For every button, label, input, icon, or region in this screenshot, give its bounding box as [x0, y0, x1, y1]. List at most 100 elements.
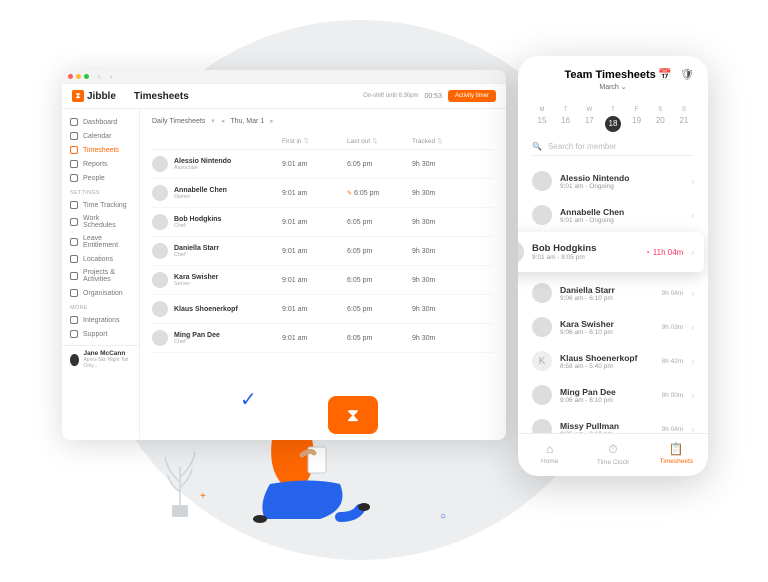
- edit-icon: ✎: [347, 191, 352, 197]
- last-out-value: 6:05 pm: [347, 161, 412, 168]
- member-time: 9:01 am - Ongoing: [560, 217, 675, 224]
- table-row[interactable]: Alessio NintendoAssociate 9:01 am 6:05 p…: [152, 150, 494, 179]
- last-out-value: 6:05 pm: [347, 248, 412, 255]
- calendar-icon[interactable]: 📅: [658, 68, 672, 81]
- chevron-right-icon: ›: [691, 357, 694, 366]
- maximize-icon[interactable]: [84, 74, 89, 79]
- list-item[interactable]: Alessio Nintendo9:01 am - Ongoing ›: [518, 164, 708, 198]
- desktop-window: ‹ › ⧗ Jibble Timesheets On-shift until 6…: [62, 70, 506, 440]
- prev-day-icon[interactable]: ◂: [221, 117, 225, 125]
- list-item[interactable]: Missy Pullman9:06 am - 6:10 pm 9h 04m ›: [518, 412, 708, 433]
- sidebar-item-locations[interactable]: Locations: [62, 252, 139, 266]
- list-item[interactable]: Ming Pan Dee9:06 am - 6:10 pm 8h 00m ›: [518, 378, 708, 412]
- mobile-device: Team Timesheets 📅 🛡 March ⌄ M15T16W17T18…: [518, 56, 708, 476]
- shield-icon[interactable]: 🛡: [680, 68, 694, 81]
- col-tracked[interactable]: Tracked: [412, 138, 435, 145]
- table-row[interactable]: Kara SwisherServer 9:01 am 6:05 pm 9h 30…: [152, 266, 494, 295]
- duration-badge: 9h 04m: [662, 426, 684, 433]
- integrations-icon: [70, 316, 78, 324]
- member-name: Klaus Shoenerkopf: [560, 353, 654, 363]
- sidebar-item-calendar[interactable]: Calendar: [62, 129, 139, 143]
- sidebar-item-timesheets[interactable]: Timesheets: [62, 143, 139, 157]
- calendar-day[interactable]: S21: [674, 107, 694, 132]
- avatar: [532, 283, 552, 303]
- member-name: Alessio Nintendo: [174, 158, 282, 165]
- nav-back-icon[interactable]: ‹: [98, 72, 101, 81]
- table-header: First in ⇅ Last out ⇅ Tracked ⇅: [152, 133, 494, 150]
- main-content: Daily Timesheets▾ ◂ Thu, Mar 1 ▸ First i…: [140, 109, 506, 439]
- clock-icon: ◔: [645, 248, 650, 257]
- sidebar-item-projects[interactable]: Projects & Activities: [62, 266, 139, 286]
- tab-home[interactable]: ⌂Home: [518, 442, 581, 466]
- sidebar-item-time-tracking[interactable]: Time Tracking: [62, 198, 139, 212]
- tracked-value: 9h 30m: [412, 335, 477, 342]
- list-item[interactable]: K Klaus Shoenerkopf8:58 am - 5:40 pm 8h …: [518, 344, 708, 378]
- calendar-day[interactable]: T16: [556, 107, 576, 132]
- next-day-icon[interactable]: ▸: [270, 117, 274, 125]
- speech-bubble: ⧗: [328, 396, 378, 434]
- tab-time-clock[interactable]: ⏱Time Clock: [581, 442, 644, 466]
- table-row[interactable]: Bob HodgkinsChef 9:01 am 6:05 pm 9h 30m: [152, 208, 494, 237]
- list-item[interactable]: Bob Hodgkins9:01 am - 8:05 pm ◔ 11h 04m …: [518, 232, 708, 276]
- chevron-right-icon: ›: [691, 425, 694, 434]
- calendar-day[interactable]: T18: [603, 107, 623, 132]
- calendar-day[interactable]: W17: [579, 107, 599, 132]
- member-time: 9:06 am - 6:10 pm: [560, 397, 654, 404]
- avatar: [152, 185, 168, 201]
- sidebar-item-work-schedules[interactable]: Work Schedules: [62, 212, 139, 232]
- table-row[interactable]: Ming Pan DeeChef 9:01 am 6:05 pm 9h 30m: [152, 324, 494, 353]
- member-name: Ming Pan Dee: [174, 332, 282, 339]
- close-icon[interactable]: [68, 74, 73, 79]
- sidebar-section-more: MORE: [62, 300, 139, 313]
- sidebar-item-people[interactable]: People: [62, 171, 139, 185]
- sidebar-item-organisation[interactable]: Organisation: [62, 286, 139, 300]
- search-input[interactable]: 🔍 Search for member: [532, 142, 694, 156]
- calendar-day[interactable]: S20: [650, 107, 670, 132]
- calendar-day[interactable]: F19: [627, 107, 647, 132]
- list-item[interactable]: Daniella Starr9:06 am - 6:10 pm 9h 04m ›: [518, 276, 708, 310]
- avatar: [152, 330, 168, 346]
- duration-badge: 8h 00m: [662, 392, 684, 399]
- calendar-day[interactable]: M15: [532, 107, 552, 132]
- member-time: 9:01 am - 8:05 pm: [532, 254, 637, 261]
- hourglass-icon: ⧗: [347, 405, 360, 426]
- member-time: 9:06 am - 6:10 pm: [560, 295, 654, 302]
- sidebar: Dashboard Calendar Timesheets Reports Pe…: [62, 109, 140, 439]
- activity-timer-button[interactable]: Activity timer: [448, 90, 496, 102]
- sidebar-item-leave[interactable]: Leave Entitlement: [62, 232, 139, 252]
- avatar: [518, 240, 524, 264]
- sidebar-item-integrations[interactable]: Integrations: [62, 313, 139, 327]
- support-icon: [70, 330, 78, 338]
- logo[interactable]: ⧗ Jibble: [72, 90, 116, 102]
- tab-timesheets[interactable]: 📋Timesheets: [645, 442, 708, 466]
- sidebar-item-support[interactable]: Support: [62, 327, 139, 341]
- table-row[interactable]: Daniella StarrChef 9:01 am 6:05 pm 9h 30…: [152, 237, 494, 266]
- sidebar-user[interactable]: Jane McCann Apres-Ski: Night Toil Only..…: [62, 345, 139, 373]
- user-name: Jane McCann: [83, 350, 131, 357]
- table-row[interactable]: Klaus Shoenerkopf 9:01 am 6:05 pm 9h 30m: [152, 295, 494, 324]
- location-icon: [70, 255, 78, 263]
- view-select[interactable]: Daily Timesheets: [152, 118, 205, 125]
- col-last-out[interactable]: Last out: [347, 138, 370, 145]
- timer-value: 00:53: [424, 93, 442, 100]
- avatar: K: [532, 351, 552, 371]
- member-name: Missy Pullman: [560, 421, 654, 431]
- logo-icon: ⧗: [72, 90, 84, 102]
- sidebar-item-reports[interactable]: Reports: [62, 157, 139, 171]
- plant-illustration: [150, 427, 210, 522]
- col-first-in[interactable]: First in: [282, 138, 302, 145]
- month-select[interactable]: March ⌄: [532, 83, 694, 91]
- duration-badge: 9h 03m: [662, 324, 684, 331]
- list-item[interactable]: Kara Swisher9:06 am - 6:10 pm 9h 03m ›: [518, 310, 708, 344]
- minimize-icon[interactable]: [76, 74, 81, 79]
- member-name: Daniella Starr: [174, 245, 282, 252]
- nav-forward-icon[interactable]: ›: [110, 72, 113, 81]
- date-display[interactable]: Thu, Mar 1: [230, 118, 264, 125]
- avatar: [532, 205, 552, 225]
- sidebar-item-dashboard[interactable]: Dashboard: [62, 115, 139, 129]
- list-item[interactable]: Annabelle Chen9:01 am - Ongoing ›: [518, 198, 708, 232]
- chevron-right-icon: ›: [691, 177, 694, 186]
- table-row[interactable]: Annabelle ChenOwner 9:01 am ✎6:05 pm 9h …: [152, 179, 494, 208]
- leave-icon: [70, 238, 78, 246]
- home-icon: ⌂: [518, 442, 581, 456]
